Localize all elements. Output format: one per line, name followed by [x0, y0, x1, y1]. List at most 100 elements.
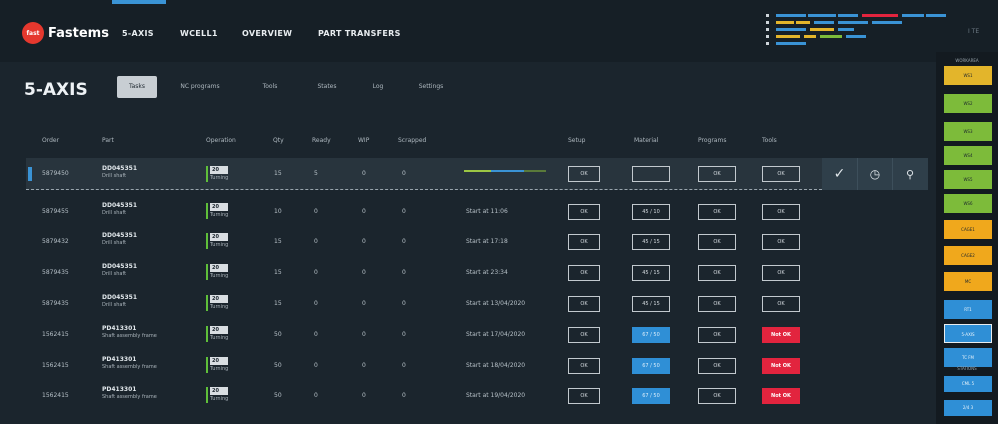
programs-status[interactable]: OK [698, 265, 736, 281]
qty-value: 50 [274, 362, 282, 369]
brand-logo[interactable]: fast Fastems [22, 22, 109, 44]
tab-tools[interactable]: Tools [253, 76, 287, 98]
tools-status[interactable]: Not OK [762, 327, 800, 343]
table-row[interactable]: 1562415 PD413301 Shaft assembly frame 20 Tur… [26, 320, 806, 350]
programs-status[interactable]: OK [698, 296, 736, 312]
tools-status[interactable]: OK [762, 265, 800, 281]
table-row-selected[interactable]: 5879450 DD045351 Drill shaft 20 Turning … [26, 158, 822, 190]
order-number: 5879435 [42, 300, 69, 307]
table-row[interactable]: 5879455 DD045351 Drill shaft 20 Turning 10 0 0 0… [26, 197, 806, 227]
part-cell: DD045351 Drill shaft [102, 202, 137, 216]
station-chip[interactable]: WS6 [944, 194, 992, 213]
station-chip[interactable]: WS5 [944, 170, 992, 189]
check-icon: ✓ [833, 166, 846, 182]
operation-cell: 20 Turning [206, 264, 229, 280]
tab-tasks[interactable]: Tasks [117, 76, 157, 98]
column-header-order[interactable]: Order [42, 137, 59, 144]
setup-status[interactable]: OK [568, 265, 600, 281]
station-chip[interactable]: WS1 [944, 66, 992, 85]
tools-status[interactable]: OK [762, 234, 800, 250]
setup-status[interactable]: OK [568, 204, 600, 220]
station-chip[interactable]: WS4 [944, 146, 992, 165]
progress-bar [464, 170, 546, 172]
ready-value: 0 [314, 392, 318, 399]
setup-status[interactable]: OK [568, 234, 600, 250]
material-status[interactable]: 67 / 50 [632, 327, 670, 343]
row-actions: ✓ ◷ ⚲ [822, 158, 928, 190]
column-header-qty[interactable]: Qty [273, 137, 284, 144]
column-header-part[interactable]: Part [102, 137, 114, 144]
column-header-scrapped[interactable]: Scrapped [398, 137, 426, 144]
operation-name: Turning [210, 335, 229, 341]
cell-overview-minimap[interactable] [766, 14, 962, 48]
station-counter-chip[interactable]: 2/4 3 [944, 400, 992, 416]
tools-status[interactable]: OK [762, 296, 800, 312]
table-row[interactable]: 5879435 DD045351 Drill shaft 20 Turning 15 0 0 0… [26, 258, 806, 288]
tools-status[interactable]: OK [762, 204, 800, 220]
station-chip[interactable]: MC [944, 272, 992, 291]
column-header-wip[interactable]: WIP [358, 137, 369, 144]
tab-states[interactable]: States [307, 76, 347, 98]
tab-settings[interactable]: Settings [407, 76, 455, 98]
tab-log[interactable]: Log [363, 76, 393, 98]
station-chip[interactable]: RT1 [944, 300, 992, 319]
material-status[interactable]: 45 / 15 [632, 234, 670, 250]
column-header-ready[interactable]: Ready [312, 137, 331, 144]
column-header-material[interactable]: Material [634, 137, 658, 144]
setup-status[interactable]: OK [568, 327, 600, 343]
programs-status[interactable]: OK [698, 388, 736, 404]
setup-status[interactable]: OK [568, 388, 600, 404]
column-header-setup[interactable]: Setup [568, 137, 585, 144]
column-header-tools[interactable]: Tools [762, 137, 777, 144]
nav-item-wcell1[interactable]: WCELL1 [180, 29, 218, 38]
table-row[interactable]: 5879432 DD045351 Drill shaft 20 Turning 15 0 0 0… [26, 227, 806, 257]
material-status[interactable]: 67 / 50 [632, 388, 670, 404]
column-header-operation[interactable]: Operation [206, 137, 236, 144]
tools-status[interactable]: OK [762, 166, 800, 182]
setup-status[interactable]: OK [568, 166, 600, 182]
search-button[interactable]: ⚲ [892, 158, 927, 190]
station-chip[interactable]: WS2 [944, 94, 992, 113]
table-row[interactable]: 1562415 PD413301 Shaft assembly frame 20 Tur… [26, 381, 806, 411]
material-status[interactable]: 67 / 50 [632, 358, 670, 374]
start-time: Start at 11:06 [466, 208, 508, 215]
nav-item-5-axis[interactable]: 5-AXIS [122, 29, 154, 38]
brand-name: Fastems [48, 25, 109, 41]
station-chip[interactable]: TC FM [944, 348, 992, 367]
info-button[interactable]: ◷ [857, 158, 892, 190]
programs-status[interactable]: OK [698, 166, 736, 182]
table-row[interactable]: 1562415 PD413301 Shaft assembly frame 20 Tur… [26, 351, 806, 381]
programs-status[interactable]: OK [698, 327, 736, 343]
station-chip[interactable]: WS3 [944, 122, 992, 141]
material-status[interactable] [632, 166, 670, 182]
tab-nc-programs[interactable]: NC programs [169, 76, 231, 98]
programs-status[interactable]: OK [698, 234, 736, 250]
station-chip[interactable]: CAGE2 [944, 246, 992, 265]
start-time: Start at 18/04/2020 [466, 362, 526, 369]
material-status[interactable]: 45 / 15 [632, 296, 670, 312]
table-row[interactable]: 5879435 DD045351 Drill shaft 20 Turning 15 0 0 0… [26, 289, 806, 319]
setup-status[interactable]: OK [568, 296, 600, 312]
wip-value: 0 [362, 300, 366, 307]
ready-value: 0 [314, 238, 318, 245]
operation-cell: 20 Turning [206, 326, 229, 342]
column-header-programs[interactable]: Programs [698, 137, 726, 144]
station-chip[interactable]: 5-AXIS [944, 324, 992, 343]
setup-status[interactable]: OK [568, 358, 600, 374]
operation-number: 20 [210, 357, 229, 365]
station-chip[interactable]: CAGE1 [944, 220, 992, 239]
wip-value: 0 [362, 269, 366, 276]
programs-status[interactable]: OK [698, 204, 736, 220]
operation-name: Turning [210, 304, 229, 310]
tools-status[interactable]: Not OK [762, 388, 800, 404]
material-status[interactable]: 45 / 15 [632, 265, 670, 281]
material-status[interactable]: 45 / 10 [632, 204, 670, 220]
confirm-button[interactable]: ✓ [822, 158, 857, 190]
nav-item-overview[interactable]: OVERVIEW [242, 29, 292, 38]
station-counter-chip[interactable]: CML 5 [944, 376, 992, 392]
wip-value: 0 [362, 362, 366, 369]
nav-item-part-transfers[interactable]: PART TRANSFERS [318, 29, 401, 38]
programs-status[interactable]: OK [698, 358, 736, 374]
tools-status[interactable]: Not OK [762, 358, 800, 374]
part-cell: DD045351 Drill shaft [102, 294, 137, 308]
